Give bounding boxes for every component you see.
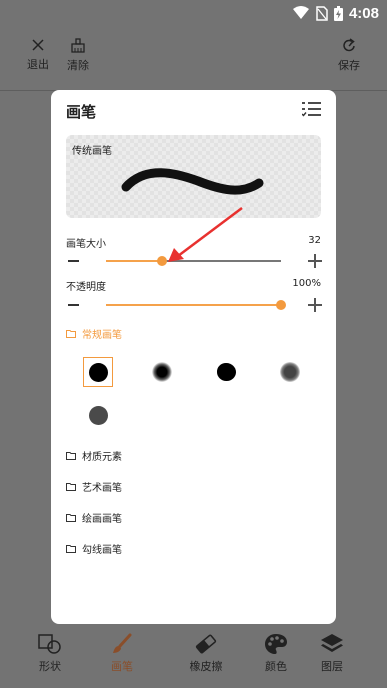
eraser-icon xyxy=(195,634,217,654)
tab-shape-label: 形状 xyxy=(39,660,61,673)
tab-shape[interactable]: 形状 xyxy=(25,633,75,674)
layers-icon xyxy=(321,634,343,652)
tab-brush[interactable]: 画笔 xyxy=(97,633,147,674)
tab-eraser[interactable]: 橡皮擦 xyxy=(181,633,231,674)
bottom-tab-bar: 形状 画笔 橡皮擦 颜色 图层 xyxy=(0,625,387,688)
tab-color[interactable]: 颜色 xyxy=(251,633,301,674)
shape-icon xyxy=(38,634,61,654)
brush-icon xyxy=(113,633,132,653)
tab-layer[interactable]: 图层 xyxy=(307,633,357,674)
tab-eraser-label: 橡皮擦 xyxy=(189,660,223,673)
palette-icon xyxy=(265,634,287,654)
tab-layer-label: 图层 xyxy=(321,660,343,673)
tab-color-label: 颜色 xyxy=(265,660,287,673)
tab-brush-label: 画笔 xyxy=(111,660,133,673)
annotation-arrow xyxy=(168,207,243,262)
